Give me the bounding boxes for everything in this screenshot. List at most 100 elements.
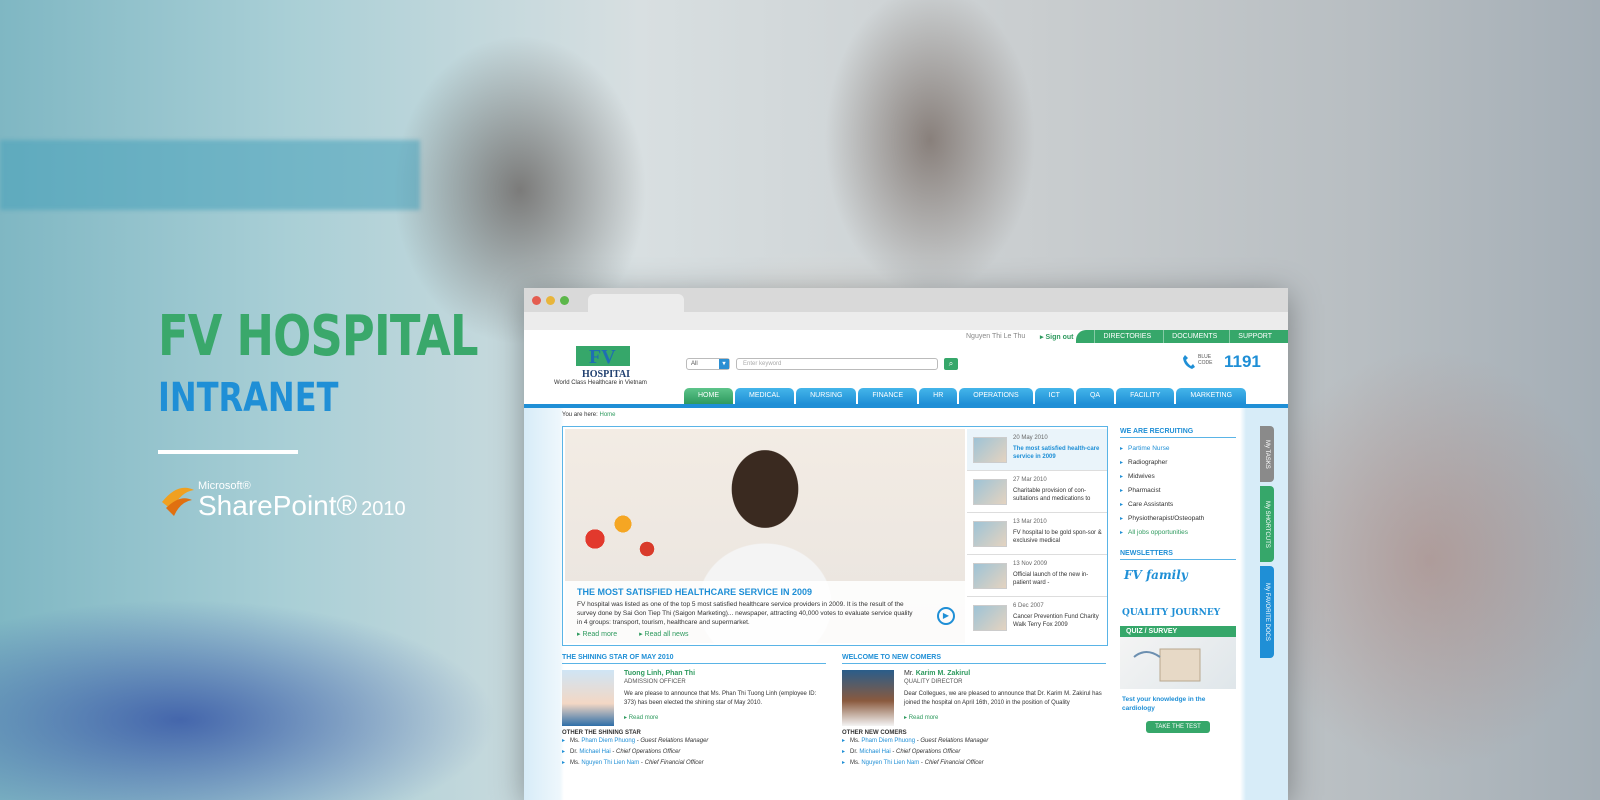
tab-nursing[interactable]: NURSING [796, 388, 857, 404]
read-more-label: Read more [628, 715, 659, 721]
my-shortcuts-label: My SHORTCUTS [1264, 500, 1270, 548]
name-prefix: Ms. [850, 738, 860, 744]
directories-link[interactable]: DIRECTORIES [1094, 330, 1159, 343]
person-link[interactable]: Michael Hai [859, 749, 890, 755]
job-link[interactable]: Pharmacist [1120, 484, 1236, 498]
breadcrumb-prefix: You are here: [562, 412, 598, 418]
person-link[interactable]: Nguyen Thi Lien Nam [581, 760, 639, 766]
news-date: 20 May 2010 [1013, 435, 1048, 441]
search-button[interactable]: ⌕ [944, 358, 958, 370]
newsletters-heading: NEWSLETTERS [1120, 550, 1236, 560]
person-link[interactable]: Pham Diem Phuong [581, 738, 635, 744]
news-list: 20 May 2010 The most satisfied health-car… [967, 429, 1107, 643]
news-title: Official launch of the new in-patient wa… [1013, 572, 1089, 586]
avatar [562, 670, 614, 726]
support-link[interactable]: SUPPORT [1229, 330, 1280, 343]
news-title: FV hospital to be gold spon-sor & exclus… [1013, 530, 1102, 544]
shining-star-text: We are please to announce that Ms. Phan … [624, 691, 817, 706]
job-link[interactable]: Physiotherapist/Osteopath [1120, 512, 1236, 526]
news-date: 13 Nov 2009 [1013, 561, 1048, 567]
browser-toolbar [524, 312, 1288, 330]
tab-ict[interactable]: ICT [1034, 388, 1074, 404]
take-test-button[interactable]: TAKE THE TEST [1146, 721, 1210, 733]
shining-star-name[interactable]: Tuong Linh, Phan Thi [624, 670, 695, 677]
sharepoint-year: 2010 [361, 498, 406, 520]
sharepoint-logo: Microsoft® SharePoint® 2010 [158, 480, 558, 520]
list-item[interactable]: 6 Dec 2007 Cancer Prevention Fund Charity… [967, 597, 1107, 639]
search-scope-value: All [691, 361, 698, 367]
featured-title[interactable]: THE MOST SATISFIED HEALTHCARE SERVICE IN… [577, 587, 953, 597]
tab-facility[interactable]: FACILITY [1116, 388, 1175, 404]
tab-qa[interactable]: QA [1075, 388, 1115, 404]
job-link[interactable]: Midwives [1120, 470, 1236, 484]
list-item: Dr. Michael Hai - Chief Operations Offic… [842, 747, 1106, 758]
shining-star-heading: THE SHINING STAR OF MAY 2010 [562, 654, 826, 664]
my-tasks-tab[interactable]: My TASKS [1260, 426, 1274, 482]
quality-journey-newsletter[interactable]: QUALITY JOURNEY [1122, 608, 1236, 618]
maximize-window-button[interactable] [560, 296, 569, 305]
breadcrumb: You are here: Home [562, 412, 616, 418]
featured-caption: THE MOST SATISFIED HEALTHCARE SERVICE IN… [565, 581, 965, 643]
signout-link[interactable]: ▸ Sign out [1040, 333, 1073, 341]
fv-family-newsletter[interactable]: FV family [1120, 564, 1236, 600]
new-comer-card: Mr. Karim M. Zakirul QUALITY DIRECTOR De… [842, 664, 1106, 726]
my-favorite-docs-tab[interactable]: My FAVORITE DOCS [1260, 566, 1274, 658]
blue-code: BLUE CODE 1191 [1182, 352, 1272, 372]
news-title: The most satisfied health-care service i… [1013, 446, 1100, 460]
documents-link[interactable]: DOCUMENTS [1163, 330, 1225, 343]
job-link[interactable]: Radiographer [1120, 456, 1236, 470]
fv-hospital-logo[interactable]: FV HOSPITAL [576, 346, 630, 380]
person-role: Guest Relations Manager [640, 738, 709, 744]
person-role: Chief Operations Officer [896, 749, 961, 755]
person-link[interactable]: Nguyen Thi Lien Nam [861, 760, 919, 766]
tab-home[interactable]: HOME [684, 388, 733, 404]
close-window-button[interactable] [532, 296, 541, 305]
tab-finance[interactable]: FINANCE [858, 388, 918, 404]
news-title: Cancer Prevention Fund Charity Walk Terr… [1013, 614, 1099, 628]
featured-image[interactable]: THE MOST SATISFIED HEALTHCARE SERVICE IN… [565, 429, 965, 643]
person-link[interactable]: Pham Diem Phuong [861, 738, 915, 744]
search-input[interactable]: Enter keyword [736, 358, 938, 370]
person-role: Guest Relations Manager [920, 738, 989, 744]
read-more-link[interactable]: ▸ Read more [624, 714, 658, 721]
recruiting-heading: WE ARE RECRUITING [1120, 428, 1236, 438]
list-item[interactable]: 13 Nov 2009 Official launch of the new in… [967, 555, 1107, 597]
featured-links: ▸ Read more ▸ Read all news [577, 630, 953, 638]
job-link[interactable]: Partime Nurse [1120, 442, 1236, 456]
read-all-news-label: Read all news [644, 631, 689, 638]
logo-word: HOSPITAL [582, 369, 630, 380]
tab-operations[interactable]: OPERATIONS [959, 388, 1033, 404]
news-title: Charitable provision of con-sultations a… [1013, 488, 1091, 502]
search-scope-select[interactable]: All ▾ [686, 358, 730, 370]
chevron-down-icon: ▾ [719, 359, 729, 369]
list-item[interactable]: 13 Mar 2010 FV hospital to be gold spon-s… [967, 513, 1107, 555]
play-icon[interactable]: ▶ [937, 607, 955, 625]
logo-mark: FV [589, 346, 616, 368]
job-link[interactable]: Care Assistants [1120, 498, 1236, 512]
browser-window: Nguyen Thi Le Thu ▸ Sign out DIRECTORIES… [524, 288, 1288, 800]
breadcrumb-home-link[interactable]: Home [599, 412, 615, 418]
person-link[interactable]: Michael Hai [579, 749, 610, 755]
read-all-news-link[interactable]: ▸ Read all news [639, 631, 698, 638]
news-thumbnail [973, 563, 1007, 589]
person-role: Chief Financial Officer [644, 760, 704, 766]
my-shortcuts-tab[interactable]: My SHORTCUTS [1260, 486, 1274, 562]
list-item[interactable]: 27 Mar 2010 Charitable provision of con-s… [967, 471, 1107, 513]
tab-marketing[interactable]: MARKETING [1176, 388, 1247, 404]
sharepoint-label: SharePoint® [198, 490, 358, 521]
new-comers-section: WELCOME TO NEW COMERS Mr. Karim M. Zakir… [842, 654, 1106, 769]
tab-medical[interactable]: MEDICAL [735, 388, 795, 404]
new-comer-name[interactable]: Mr. Karim M. Zakirul [904, 670, 970, 677]
read-more-label: Read more [582, 631, 618, 638]
read-more-link[interactable]: ▸ Read more [904, 714, 938, 721]
news-date: 6 Dec 2007 [1013, 603, 1044, 609]
browser-chrome [524, 288, 1288, 330]
read-more-link[interactable]: ▸ Read more [577, 631, 627, 638]
logo-tagline: World Class Healthcare in Vietnam [554, 380, 647, 386]
browser-tab[interactable] [588, 294, 684, 312]
all-jobs-link[interactable]: All jobs opportunities [1120, 526, 1236, 540]
signout-label: Sign out [1045, 334, 1074, 341]
tab-hr[interactable]: HR [919, 388, 958, 404]
minimize-window-button[interactable] [546, 296, 555, 305]
list-item[interactable]: 20 May 2010 The most satisfied health-car… [967, 429, 1107, 471]
